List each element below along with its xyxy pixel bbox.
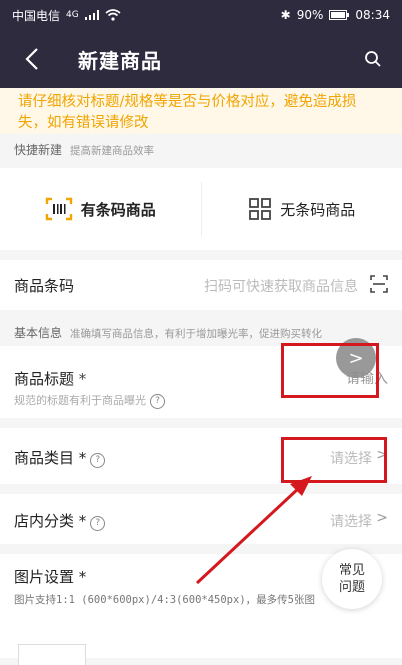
annotation-arrow: [0, 0, 402, 658]
